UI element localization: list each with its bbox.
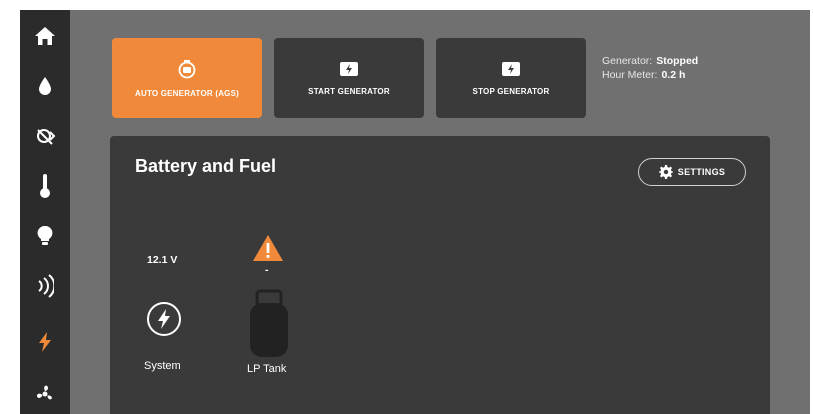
stop-generator-icon	[502, 61, 520, 76]
nav-item-power[interactable]	[20, 322, 70, 362]
system-label: System	[144, 360, 181, 372]
settings-label: SETTINGS	[677, 167, 726, 177]
generator-status: Generator: Stopped Hour Meter: 0.2 h	[602, 54, 698, 82]
battery-fuel-panel: Battery and Fuel SETTINGS 12.1 V System …	[110, 136, 770, 414]
nav-item-temperature[interactable]	[20, 166, 70, 206]
panel-title: Battery and Fuel	[135, 156, 277, 176]
generator-screen: AUTO GENERATOR (AGS) START GENERATOR STO…	[20, 10, 810, 414]
home-icon	[35, 27, 55, 45]
nav-item-lighting[interactable]	[20, 216, 70, 256]
light-bulb-icon	[37, 225, 53, 245]
lp-tank-value: -	[265, 264, 269, 276]
auto-generator-label: AUTO GENERATOR (AGS)	[134, 88, 239, 98]
gear-icon	[658, 165, 673, 179]
auto-generator-button[interactable]: AUTO GENERATOR (AGS)	[112, 38, 262, 118]
hour-meter-value: 0.2 h	[661, 69, 686, 81]
nav-item-awning[interactable]	[20, 116, 70, 156]
awning-icon	[37, 129, 56, 145]
bolt-icon	[147, 302, 181, 336]
auto-generator-icon	[178, 59, 196, 78]
nav-item-home[interactable]	[20, 16, 70, 56]
stop-generator-label: STOP GENERATOR	[472, 86, 550, 96]
stop-generator-button[interactable]: STOP GENERATOR	[436, 38, 586, 118]
warning-icon	[253, 235, 283, 261]
start-generator-button[interactable]: START GENERATOR	[274, 38, 424, 118]
generator-status-value: Stopped	[656, 55, 699, 67]
propane-tank-icon	[250, 289, 288, 357]
start-generator-label: START GENERATOR	[308, 86, 390, 96]
nav-item-fan[interactable]	[20, 374, 70, 414]
start-generator-icon	[340, 61, 358, 76]
nav-item-signal[interactable]	[20, 266, 70, 306]
hour-meter-label: Hour Meter:	[602, 69, 658, 81]
generator-status-label: Generator:	[602, 55, 653, 67]
sidebar	[20, 10, 70, 414]
generator-status-row: Generator: Stopped	[602, 54, 698, 68]
settings-button[interactable]: SETTINGS	[638, 158, 746, 186]
fan-icon	[36, 385, 52, 400]
power-bolt-icon	[39, 332, 51, 352]
lp-tank-label: LP Tank	[247, 363, 287, 375]
water-drop-icon	[39, 77, 51, 95]
thermometer-icon	[40, 174, 50, 198]
hour-meter-row: Hour Meter: 0.2 h	[602, 68, 698, 82]
system-voltage-value: 12.1 V	[147, 254, 178, 266]
signal-icon	[38, 274, 54, 298]
nav-item-water[interactable]	[20, 66, 70, 106]
